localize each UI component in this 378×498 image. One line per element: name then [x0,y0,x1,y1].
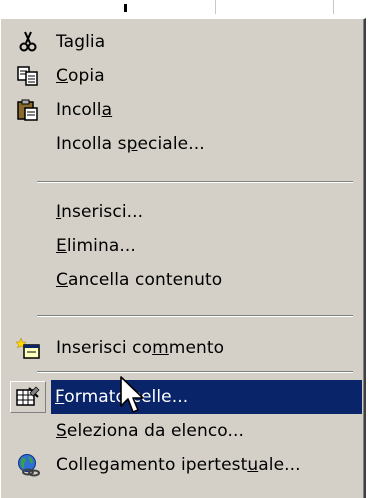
menu-item-inserisci[interactable]: Inserisci... [4,195,362,229]
context-menu: Taglia Copia Incolla Incolla speciale...… [0,18,366,498]
menu-item-label: Taglia [56,32,106,52]
menu-item-label: Collegamento ipertestuale... [56,455,301,475]
menu-item-label: Cancella contenuto [56,270,223,290]
menu-item-copia[interactable]: Copia [4,59,362,93]
menu-item-inserisci-commento[interactable]: Inserisci commento [4,331,362,365]
menu-item-label: Elimina... [56,236,136,256]
column-divider [215,0,216,14]
menu-item-label: Seleziona da elenco... [56,421,244,441]
cell-mark [124,4,127,12]
menu-item-label: Incolla speciale... [56,134,205,154]
menu-item-seleziona-da-elenco[interactable]: Seleziona da elenco... [4,414,362,448]
menu-separator [37,371,353,373]
mouse-pointer-icon [120,376,144,413]
column-divider [333,0,334,14]
copy-icon [4,59,52,93]
menu-item-cancella-contenuto[interactable]: Cancella contenuto [4,263,362,297]
menu-item-incolla[interactable]: Incolla [4,93,362,127]
menu-item-label: Copia [56,66,105,86]
scissors-icon [4,25,52,59]
menu-separator [37,315,353,317]
menu-item-collegamento-ipertestuale[interactable]: Collegamento ipertestuale... [4,448,362,482]
menu-item-formato-celle[interactable]: Formato celle... [51,380,362,414]
menu-item-elimina[interactable]: Elimina... [4,229,362,263]
new-comment-icon [4,331,52,365]
menu-item-taglia[interactable]: Taglia [4,25,362,59]
menu-item-label: Inserisci commento [56,338,225,358]
format-cells-icon [10,381,46,413]
menu-separator [37,181,353,183]
paste-icon [4,93,52,127]
screen: Taglia Copia Incolla Incolla speciale...… [0,0,378,498]
menu-item-label: Incolla [56,100,113,120]
hyperlink-globe-icon [4,448,52,482]
menu-item-label: Inserisci... [56,202,144,222]
menu-item-incolla-speciale[interactable]: Incolla speciale... [4,127,362,161]
